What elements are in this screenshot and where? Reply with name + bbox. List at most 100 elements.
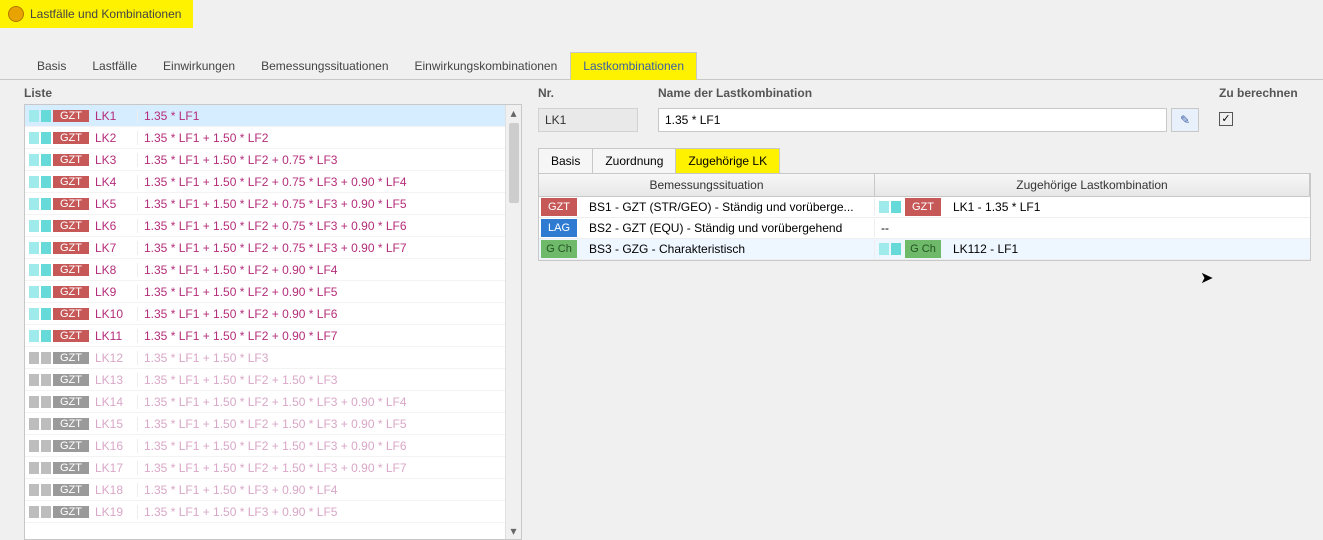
- list-item[interactable]: GZTLK101.35 * LF1 + 1.50 * LF2 + 0.90 * …: [25, 303, 505, 325]
- formula-text: 1.35 * LF1 + 1.50 * LF2 + 1.50 * LF3 + 0…: [137, 461, 505, 475]
- combo-text: --: [875, 221, 889, 235]
- color-swatch: [29, 154, 39, 166]
- category-badge: GZT: [53, 352, 89, 364]
- formula-text: 1.35 * LF1 + 1.50 * LF2 + 1.50 * LF3 + 0…: [137, 417, 505, 431]
- list-item[interactable]: GZTLK151.35 * LF1 + 1.50 * LF2 + 1.50 * …: [25, 413, 505, 435]
- color-swatch: [29, 242, 39, 254]
- category-badge: GZT: [53, 220, 89, 232]
- list-item[interactable]: GZTLK181.35 * LF1 + 1.50 * LF3 + 0.90 * …: [25, 479, 505, 501]
- mouse-cursor-icon: ➤: [1200, 268, 1213, 288]
- situation-text: BS2 - GZT (EQU) - Ständig und vorübergeh…: [583, 221, 842, 235]
- grid-header-situation: Bemessungssituation: [539, 174, 875, 197]
- color-swatch: [41, 352, 51, 364]
- lk-id: LK14: [95, 395, 137, 409]
- list-item[interactable]: GZTLK161.35 * LF1 + 1.50 * LF2 + 1.50 * …: [25, 435, 505, 457]
- subtab-basis[interactable]: Basis: [538, 148, 593, 173]
- window-title-bar: Lastfälle und Kombinationen: [0, 0, 193, 28]
- list-item[interactable]: GZTLK51.35 * LF1 + 1.50 * LF2 + 0.75 * L…: [25, 193, 505, 215]
- color-swatch: [41, 220, 51, 232]
- formula-text: 1.35 * LF1 + 1.50 * LF2 + 1.50 * LF3: [137, 373, 505, 387]
- lk-id: LK19: [95, 505, 137, 519]
- scroll-thumb[interactable]: [509, 123, 519, 203]
- list-item[interactable]: GZTLK31.35 * LF1 + 1.50 * LF2 + 0.75 * L…: [25, 149, 505, 171]
- color-swatch: [29, 374, 39, 386]
- tab-basis[interactable]: Basis: [24, 52, 79, 79]
- color-swatch: [29, 198, 39, 210]
- color-swatch: [41, 374, 51, 386]
- list-item[interactable]: GZTLK171.35 * LF1 + 1.50 * LF2 + 1.50 * …: [25, 457, 505, 479]
- table-row[interactable]: LAGBS2 - GZT (EQU) - Ständig und vorüber…: [539, 218, 1310, 239]
- category-badge: GZT: [53, 154, 89, 166]
- color-swatch: [41, 506, 51, 518]
- formula-text: 1.35 * LF1 + 1.50 * LF3 + 0.90 * LF5: [137, 505, 505, 519]
- formula-text: 1.35 * LF1 + 1.50 * LF2 + 0.90 * LF6: [137, 307, 505, 321]
- tab-lastkombinationen[interactable]: Lastkombinationen: [570, 52, 697, 80]
- list-item[interactable]: GZTLK91.35 * LF1 + 1.50 * LF2 + 0.90 * L…: [25, 281, 505, 303]
- color-swatch: [41, 264, 51, 276]
- color-swatch: [41, 132, 51, 144]
- list-item[interactable]: GZTLK121.35 * LF1 + 1.50 * LF3: [25, 347, 505, 369]
- formula-text: 1.35 * LF1 + 1.50 * LF3 + 0.90 * LF4: [137, 483, 505, 497]
- edit-name-button[interactable]: ✎: [1171, 108, 1199, 132]
- color-swatch: [41, 484, 51, 496]
- scroll-up-icon[interactable]: ▴: [506, 105, 521, 121]
- list-item[interactable]: GZT LK131.35 * LF1 + 1.50 * LF2 + 1.50 * …: [25, 369, 505, 391]
- list-item[interactable]: GZTLK61.35 * LF1 + 1.50 * LF2 + 0.75 * L…: [25, 215, 505, 237]
- category-badge: GZT: [53, 396, 89, 408]
- list-item[interactable]: GZT LK141.35 * LF1 + 1.50 * LF2 + 1.50 * …: [25, 391, 505, 413]
- color-swatch: [41, 154, 51, 166]
- situation-text: BS1 - GZT (STR/GEO) - Ständig und vorübe…: [583, 200, 854, 214]
- name-label: Name der Lastkombination: [658, 86, 1199, 104]
- list-item[interactable]: GZTLK81.35 * LF1 + 1.50 * LF2 + 0.90 * L…: [25, 259, 505, 281]
- color-swatch: [891, 243, 901, 255]
- lk-id: LK7: [95, 241, 137, 255]
- formula-text: 1.35 * LF1 + 1.50 * LF2 + 0.90 * LF5: [137, 285, 505, 299]
- formula-text: 1.35 * LF1 + 1.50 * LF2 + 0.75 * LF3 + 0…: [137, 219, 505, 233]
- color-swatch: [29, 396, 39, 408]
- color-swatch: [29, 264, 39, 276]
- list-item[interactable]: GZTLK21.35 * LF1 + 1.50 * LF2: [25, 127, 505, 149]
- formula-text: 1.35 * LF1 + 1.50 * LF2 + 1.50 * LF3 + 0…: [137, 395, 505, 409]
- list-item[interactable]: GZT LK191.35 * LF1 + 1.50 * LF3 + 0.90 * …: [25, 501, 505, 523]
- table-row[interactable]: G ChBS3 - GZG - CharakteristischG ChLK11…: [539, 239, 1310, 260]
- lk-id: LK5: [95, 197, 137, 211]
- scroll-down-icon[interactable]: ▾: [506, 523, 521, 539]
- subtab-zuordnung[interactable]: Zuordnung: [592, 148, 676, 173]
- scrollbar[interactable]: ▴ ▾: [505, 105, 521, 539]
- list-item[interactable]: GZTLK111.35 * LF1 + 1.50 * LF2 + 0.90 * …: [25, 325, 505, 347]
- lk-id: LK4: [95, 175, 137, 189]
- category-badge: GZT: [53, 198, 89, 210]
- lk-id: LK16: [95, 439, 137, 453]
- to-compute-checkbox[interactable]: ✓: [1219, 112, 1233, 126]
- lk-id: LK13: [95, 373, 137, 387]
- combo-text: LK1 - 1.35 * LF1: [947, 200, 1040, 214]
- lk-id: LK1: [95, 109, 137, 123]
- category-badge: GZT: [53, 506, 89, 518]
- list-item[interactable]: GZTLK71.35 * LF1 + 1.50 * LF2 + 0.75 * L…: [25, 237, 505, 259]
- combo-text: LK112 - LF1: [947, 242, 1018, 256]
- pencil-icon: ✎: [1180, 113, 1190, 127]
- formula-text: 1.35 * LF1 + 1.50 * LF3: [137, 351, 505, 365]
- nr-value: LK1: [538, 108, 638, 132]
- color-swatch: [29, 176, 39, 188]
- color-swatch: [41, 308, 51, 320]
- list-item[interactable]: GZTLK11.35 * LF1: [25, 105, 505, 127]
- category-badge: GZT: [53, 440, 89, 452]
- lk-id: LK15: [95, 417, 137, 431]
- lk-id: LK9: [95, 285, 137, 299]
- tab-einwirkungskombinationen[interactable]: Einwirkungskombinationen: [402, 52, 571, 79]
- color-swatch: [41, 440, 51, 452]
- formula-text: 1.35 * LF1 + 1.50 * LF2 + 0.90 * LF7: [137, 329, 505, 343]
- tab-bemessungssituationen[interactable]: Bemessungssituationen: [248, 52, 401, 79]
- category-badge: GZT: [53, 374, 89, 386]
- category-badge: G Ch: [541, 240, 577, 258]
- list-item[interactable]: GZTLK41.35 * LF1 + 1.50 * LF2 + 0.75 * L…: [25, 171, 505, 193]
- tab-einwirkungen[interactable]: Einwirkungen: [150, 52, 248, 79]
- color-swatch: [41, 396, 51, 408]
- tab-lastfälle[interactable]: Lastfälle: [79, 52, 150, 79]
- formula-text: 1.35 * LF1 + 1.50 * LF2 + 0.90 * LF4: [137, 263, 505, 277]
- name-input[interactable]: 1.35 * LF1: [658, 108, 1167, 132]
- subtab-zugehörige-lk[interactable]: Zugehörige LK: [675, 148, 780, 173]
- table-row[interactable]: GZTBS1 - GZT (STR/GEO) - Ständig und vor…: [539, 197, 1310, 218]
- assoc-grid: Bemessungssituation Zugehörige Lastkombi…: [538, 174, 1311, 261]
